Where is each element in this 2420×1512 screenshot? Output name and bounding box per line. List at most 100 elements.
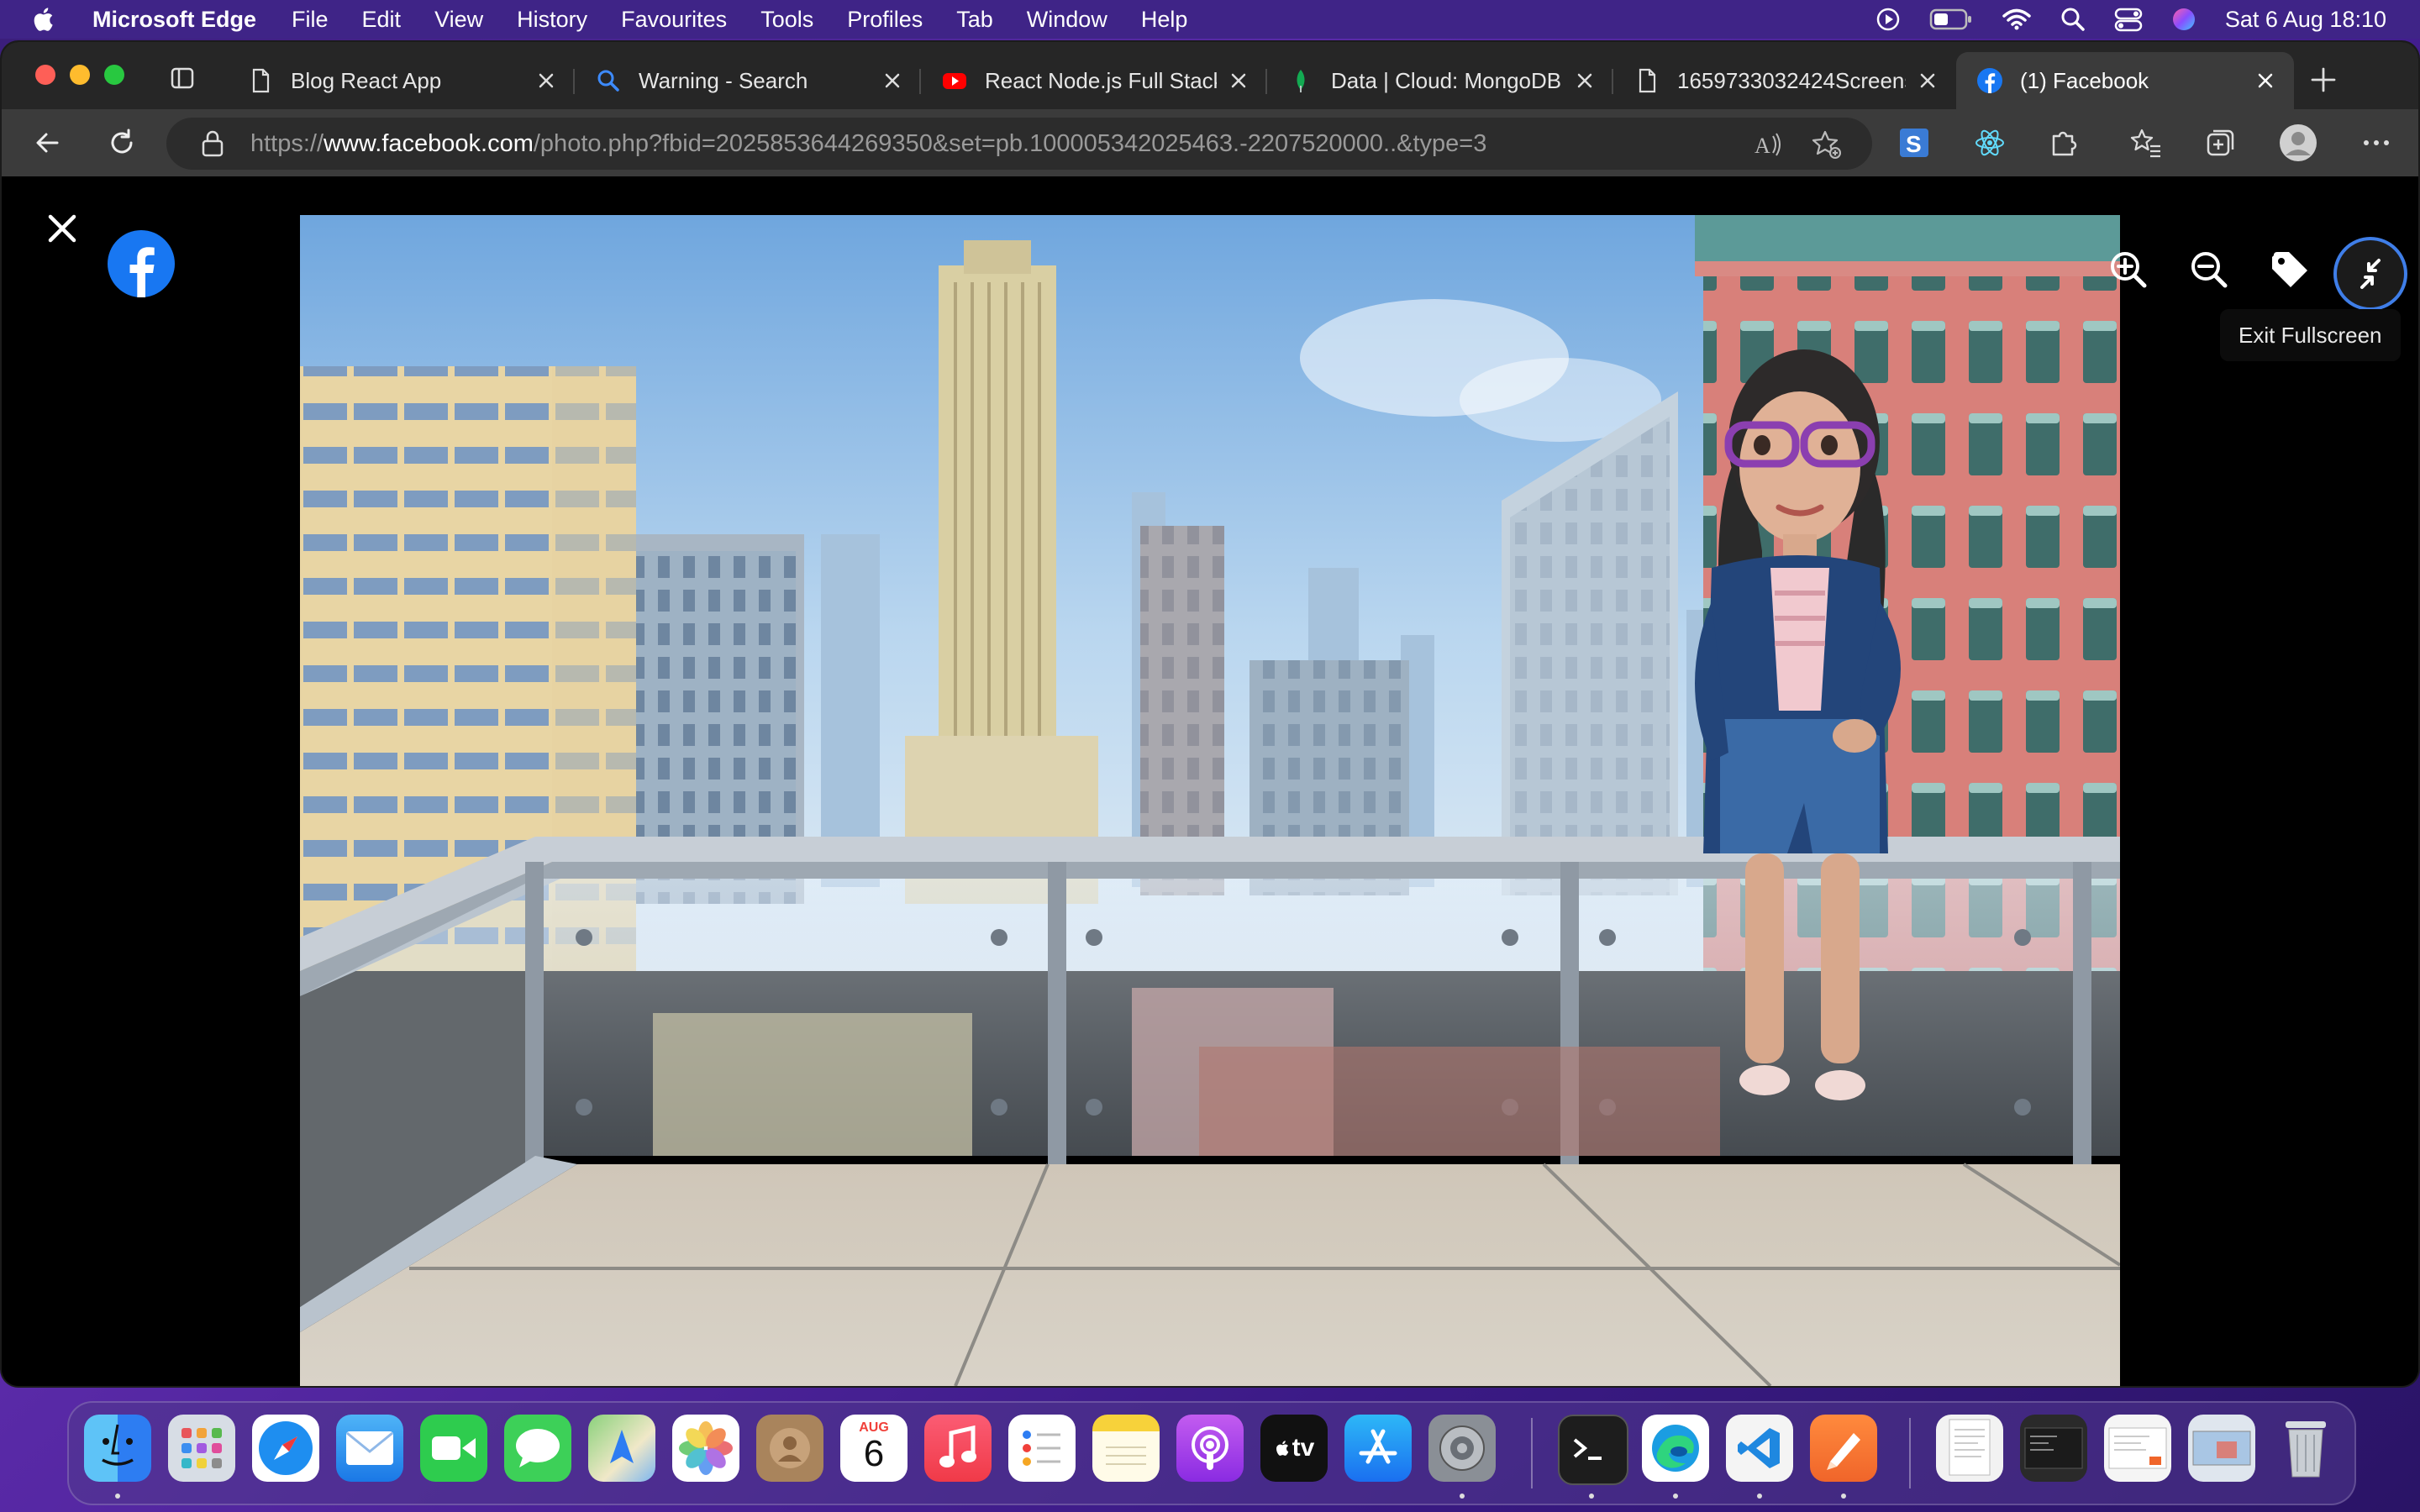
new-tab-icon[interactable] (2309, 66, 2338, 94)
close-tab-icon[interactable] (1916, 69, 1939, 92)
screenshot-thumbnail-icon (2192, 1431, 2251, 1466)
back-arrow-icon[interactable] (32, 127, 64, 159)
siri-icon[interactable] (2171, 7, 2196, 32)
facebook-icon (1977, 68, 2002, 93)
menu-bar: Microsoft Edge File Edit View History Fa… (0, 0, 2420, 39)
exit-fullscreen-tooltip: Exit Fullscreen (2220, 309, 2401, 361)
facebook-logo[interactable] (108, 230, 175, 297)
close-tab-icon[interactable] (1227, 69, 1250, 92)
tab-screenshot-file[interactable]: 1659733032424Screens (1613, 52, 1956, 109)
finder-app[interactable] (84, 1415, 151, 1482)
tab-label: React Node.js Full Stack (985, 67, 1217, 93)
pdf-document-stack[interactable] (1936, 1415, 2003, 1482)
browser-window: Blog React App Warning - Search React No… (2, 42, 2418, 1386)
window-minimize-button[interactable] (70, 65, 90, 85)
running-indicator (1589, 1494, 1594, 1499)
calendar-app[interactable]: AUG 6 (840, 1415, 908, 1482)
notes-app[interactable] (1092, 1415, 1160, 1482)
dock-divider (1909, 1418, 1911, 1488)
dock: AUG 6 tv (67, 1401, 2356, 1505)
tag-icon[interactable] (2269, 249, 2311, 291)
react-devtools-icon[interactable] (1973, 126, 2007, 160)
tv-app[interactable]: tv (1260, 1415, 1328, 1482)
lock-icon[interactable] (200, 129, 225, 158)
menu-tab[interactable]: Tab (956, 7, 993, 33)
control-center-icon[interactable] (2114, 7, 2143, 32)
menu-tools[interactable]: Tools (760, 7, 813, 33)
url-text[interactable]: https://www.facebook.com/photo.php?fbid=… (250, 118, 1486, 170)
menu-history[interactable]: History (517, 7, 587, 33)
screenshot-stack-2[interactable] (2104, 1415, 2171, 1482)
menubar-clock[interactable]: Sat 6 Aug 18:10 (2225, 7, 2386, 33)
pencil-app[interactable] (1810, 1415, 1877, 1482)
menu-file[interactable]: File (292, 7, 329, 33)
edge-app[interactable] (1642, 1415, 1709, 1482)
podcasts-app[interactable] (1176, 1415, 1244, 1482)
calendar-day: 6 (863, 1433, 885, 1474)
profile-avatar-icon[interactable] (2279, 123, 2317, 162)
now-playing-icon[interactable] (1876, 7, 1901, 32)
address-bar[interactable]: https://www.facebook.com/photo.php?fbid=… (166, 118, 1872, 170)
safari-app[interactable] (252, 1415, 319, 1482)
contacts-app[interactable] (756, 1415, 823, 1482)
gear-icon (1439, 1425, 1485, 1471)
launchpad-app[interactable] (168, 1415, 235, 1482)
app-store-app[interactable] (1344, 1415, 1412, 1482)
stylus-extension-icon[interactable]: S (1897, 126, 1931, 160)
menu-edit[interactable]: Edit (362, 7, 402, 33)
wifi-icon[interactable] (2002, 8, 2032, 31)
tab-blog-react-app[interactable]: Blog React App (227, 52, 575, 109)
apple-menu-icon[interactable] (30, 5, 59, 34)
more-options-icon[interactable] (2360, 126, 2393, 160)
reminders-app[interactable] (1008, 1415, 1076, 1482)
screenshot-stack-3[interactable] (2188, 1415, 2255, 1482)
menu-window[interactable]: Window (1027, 7, 1107, 33)
mail-app[interactable] (336, 1415, 403, 1482)
close-tab-icon[interactable] (1573, 69, 1597, 92)
tab-actions-icon[interactable] (170, 66, 195, 91)
vscode-app[interactable] (1726, 1415, 1793, 1482)
menu-help[interactable]: Help (1141, 7, 1188, 33)
system-preferences-app[interactable] (1428, 1415, 1496, 1482)
trash-app[interactable] (2272, 1415, 2339, 1482)
tab-facebook-active[interactable]: (1) Facebook (1956, 52, 2294, 109)
extensions-puzzle-icon[interactable] (2047, 126, 2081, 160)
tab-mongodb[interactable]: Data | Cloud: MongoDB C (1267, 52, 1613, 109)
music-app[interactable] (924, 1415, 992, 1482)
photos-app[interactable] (672, 1415, 739, 1482)
messages-app[interactable] (504, 1415, 571, 1482)
photo-image[interactable] (300, 215, 2120, 1386)
menu-favourites[interactable]: Favourites (621, 7, 727, 33)
maps-app[interactable] (588, 1415, 655, 1482)
close-tab-icon[interactable] (881, 69, 904, 92)
photos-flower-icon (679, 1421, 733, 1475)
music-note-icon (939, 1425, 976, 1467)
svg-text:S: S (1906, 131, 1922, 157)
window-zoom-button[interactable] (104, 65, 124, 85)
zoom-in-icon[interactable] (2107, 249, 2149, 291)
zoom-out-icon[interactable] (2188, 249, 2230, 291)
close-tab-icon[interactable] (2254, 69, 2277, 92)
screenshot-stack-1[interactable] (2020, 1415, 2087, 1482)
menu-view[interactable]: View (434, 7, 483, 33)
window-close-button[interactable] (35, 65, 55, 85)
tab-warning-search[interactable]: Warning - Search (575, 52, 921, 109)
screenshot-thumbnail-icon (2024, 1427, 2083, 1469)
close-tab-icon[interactable] (534, 69, 558, 92)
exit-fullscreen-button[interactable] (2337, 240, 2404, 307)
battery-icon[interactable] (1929, 8, 1973, 31)
app-name-menu[interactable]: Microsoft Edge (92, 7, 256, 33)
notes-lines-icon (1106, 1446, 1146, 1465)
tab-react-node-youtube[interactable]: React Node.js Full Stack (921, 52, 1267, 109)
refresh-icon[interactable] (106, 127, 138, 159)
menu-profiles[interactable]: Profiles (847, 7, 923, 33)
collections-icon[interactable] (2203, 126, 2237, 160)
spotlight-search-icon[interactable] (2060, 7, 2086, 32)
close-icon[interactable] (44, 210, 81, 247)
add-favourite-icon[interactable] (1812, 129, 1842, 160)
favourites-list-icon[interactable] (2129, 126, 2163, 160)
url-path: /photo.php?fbid=2025853644269350&set=pb.… (533, 130, 1487, 157)
read-aloud-icon[interactable]: A (1753, 129, 1783, 160)
terminal-app[interactable] (1558, 1415, 1628, 1485)
facetime-app[interactable] (420, 1415, 487, 1482)
